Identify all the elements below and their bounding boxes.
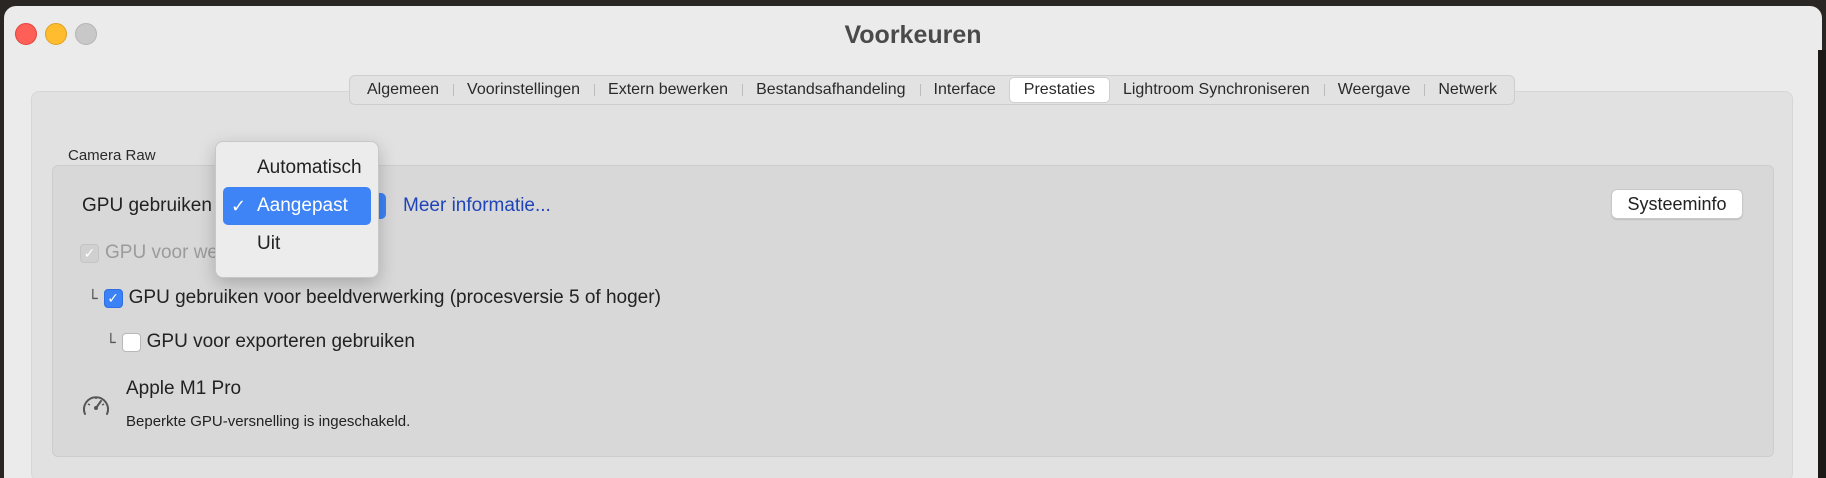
checkmark-icon: ✓ — [231, 196, 247, 216]
gpu-processing-label: GPU gebruiken voor beeldverwerking (proc… — [128, 287, 661, 308]
menu-item-label: Uit — [257, 233, 281, 254]
speedometer-icon — [83, 396, 109, 415]
gpu-mode-dropdown-menu: Automatisch ✓ Aangepast Uit — [215, 141, 379, 278]
tree-connector: └ — [88, 288, 98, 308]
gpu-device-name: Apple M1 Pro — [126, 378, 242, 399]
tab-weergave[interactable]: Weergave — [1323, 78, 1425, 102]
background-edge — [1818, 50, 1826, 478]
gpu-export-row: └ GPU voor exporteren gebruiken — [106, 331, 415, 353]
tab-bar: Algemeen Voorinstellingen Extern bewerke… — [349, 75, 1516, 105]
window-title: Voorkeuren — [844, 21, 982, 49]
gpu-display-row: ✓ GPU voor wee — [80, 242, 229, 264]
gpu-display-checkbox[interactable]: ✓ — [80, 243, 99, 263]
tree-connector: └ — [106, 332, 116, 352]
gpu-processing-row: └ ✓ GPU gebruiken voor beeldverwerking (… — [88, 287, 661, 309]
gpu-device-status: Beperkte GPU-versnelling is ingeschakeld… — [126, 413, 411, 430]
tab-interface[interactable]: Interface — [919, 78, 1010, 102]
tab-prestaties[interactable]: Prestaties — [1009, 78, 1109, 102]
tab-algemeen[interactable]: Algemeen — [353, 78, 453, 102]
gpu-display-label: GPU voor wee — [105, 242, 229, 263]
gpu-export-label: GPU voor exporteren gebruiken — [146, 331, 415, 352]
tab-voorinstellingen[interactable]: Voorinstellingen — [453, 78, 594, 102]
more-info-link[interactable]: Meer informatie... — [403, 195, 551, 217]
gpu-export-checkbox[interactable] — [121, 332, 141, 352]
tab-extern-bewerken[interactable]: Extern bewerken — [594, 78, 742, 102]
tab-bestandsafhandeling[interactable]: Bestandsafhandeling — [742, 78, 919, 102]
menu-item-label: Automatisch — [257, 157, 362, 178]
menu-item-aangepast[interactable]: ✓ Aangepast — [223, 187, 371, 225]
tab-lightroom-synchroniseren[interactable]: Lightroom Synchroniseren — [1109, 78, 1324, 102]
system-info-button[interactable]: Systeeminfo — [1611, 189, 1743, 219]
menu-item-uit[interactable]: Uit — [223, 225, 371, 263]
gpu-processing-checkbox[interactable]: ✓ — [103, 288, 123, 308]
menu-item-label: Aangepast — [257, 195, 348, 216]
gpu-use-label: GPU gebruiken : — [82, 195, 223, 216]
title-bar: Voorkeuren — [4, 6, 1822, 62]
menu-item-automatisch[interactable]: Automatisch — [223, 149, 371, 187]
tab-netwerk[interactable]: Netwerk — [1424, 78, 1511, 102]
camera-raw-section-label: Camera Raw — [68, 147, 156, 164]
